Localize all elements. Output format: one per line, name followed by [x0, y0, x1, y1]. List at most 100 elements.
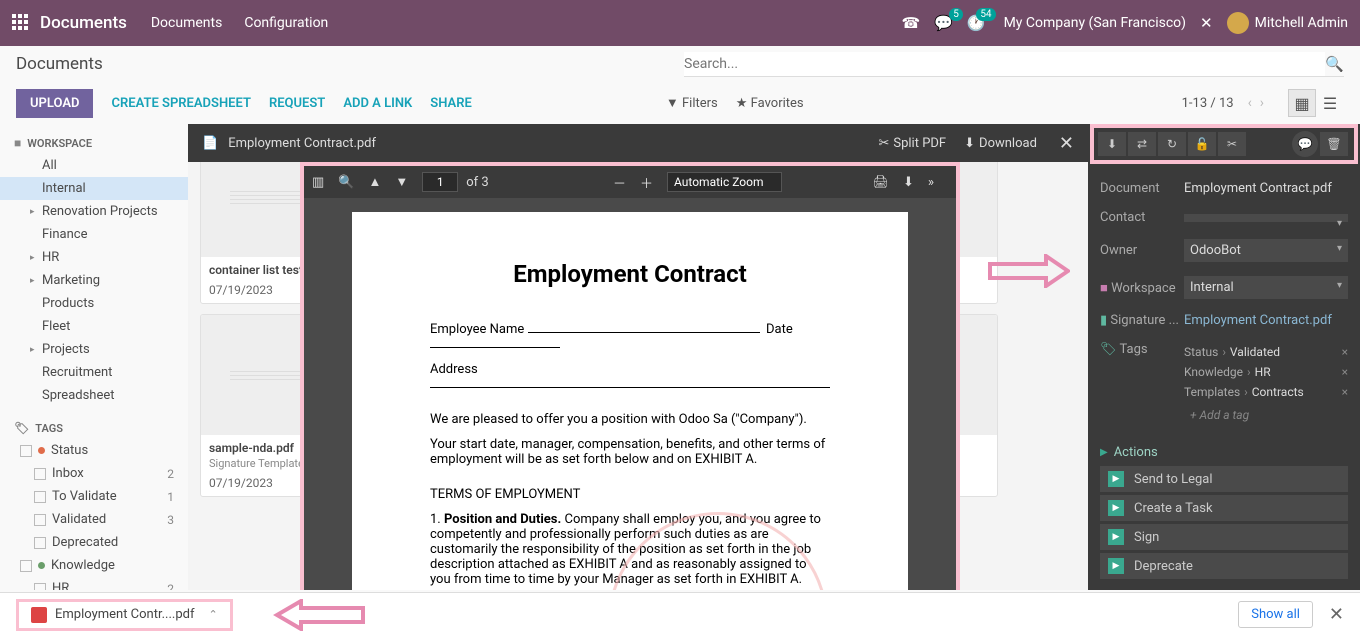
tag-icon: 🏷	[14, 421, 29, 435]
tag-validated[interactable]: Validated3	[0, 508, 188, 531]
tags-header: 🏷TAGS	[0, 417, 188, 439]
sidebar-item-projects[interactable]: ▸Projects	[0, 338, 188, 361]
action-deprecate[interactable]: ▶Deprecate	[1100, 553, 1348, 579]
signature-link[interactable]: Employment Contract.pdf	[1184, 313, 1348, 328]
settings-icon[interactable]: ✕	[1200, 14, 1213, 32]
download-chip[interactable]: Employment Contr....pdf ⌃	[16, 599, 233, 631]
create-spreadsheet-button[interactable]: CREATE SPREADSHEET	[111, 96, 250, 111]
kanban-view-icon[interactable]: ▦	[1288, 89, 1316, 117]
tag-knowledge[interactable]: Knowledge	[0, 554, 188, 577]
filters-button[interactable]: ▼ Filters	[666, 95, 718, 111]
content: ■WORKSPACE All Internal ▸Renovation Proj…	[0, 124, 1360, 590]
chat-icon[interactable]: 💬	[1292, 131, 1318, 157]
doc-name-field[interactable]: Employment Contract.pdf	[1184, 181, 1348, 196]
action-sign[interactable]: ▶Sign	[1100, 524, 1348, 550]
sidebar-item-renovation[interactable]: ▸Renovation Projects	[0, 200, 188, 223]
preview-overlay: 📄 Employment Contract.pdf ✂ Split PDF ⬇ …	[188, 124, 1088, 590]
sidebar-item-finance[interactable]: Finance	[0, 223, 188, 246]
pdf-title: Employment Contract	[430, 260, 830, 288]
app-brand: Documents	[40, 13, 127, 33]
zoom-in-icon[interactable]: ＋	[640, 173, 653, 192]
share-icon[interactable]: ⇄	[1128, 132, 1156, 156]
remove-tag-icon[interactable]: ×	[1342, 345, 1348, 359]
pager-next-icon[interactable]: ›	[1260, 95, 1264, 111]
page-down-icon[interactable]: ▼	[395, 174, 408, 190]
zoom-select[interactable]: Automatic Zoom	[667, 172, 782, 192]
sidebar-item-spreadsheet[interactable]: Spreadsheet	[0, 384, 188, 407]
zoom-out-icon[interactable]: －	[613, 173, 626, 192]
tag-chip[interactable]: Templates›Contracts×	[1184, 382, 1348, 402]
pager-prev-icon[interactable]: ‹	[1248, 95, 1252, 111]
action-create-task[interactable]: ▶Create a Task	[1100, 495, 1348, 521]
download-button[interactable]: ⬇ Download	[964, 136, 1037, 151]
actions-header: ▶Actions	[1100, 435, 1348, 466]
messages-icon[interactable]: 💬5	[934, 14, 953, 32]
tag-chip[interactable]: Knowledge›HR×	[1184, 362, 1348, 382]
company-selector[interactable]: My Company (San Francisco)	[1004, 15, 1186, 31]
more-tools-icon[interactable]: »	[928, 175, 934, 190]
print-icon[interactable]: 🖨	[872, 175, 889, 190]
sidebar-item-all[interactable]: All	[0, 154, 188, 177]
apps-icon[interactable]	[12, 14, 30, 32]
download-bar: Employment Contr....pdf ⌃ Show all ✕	[0, 592, 1360, 636]
activities-icon[interactable]: 🕐54	[967, 14, 986, 32]
request-button[interactable]: REQUEST	[269, 96, 325, 111]
archive-icon[interactable]: 🗑	[1320, 132, 1348, 156]
user-name[interactable]: Mitchell Admin	[1255, 15, 1348, 31]
add-link-button[interactable]: ADD A LINK	[343, 96, 412, 111]
messages-badge: 5	[949, 8, 963, 21]
tag-deprecated[interactable]: Deprecated	[0, 531, 188, 554]
avatar[interactable]	[1227, 12, 1249, 34]
sidebar-item-marketing[interactable]: ▸Marketing	[0, 269, 188, 292]
main: container list test07/19/2023 Test sampl…	[188, 124, 1088, 590]
sidebar-item-internal[interactable]: Internal	[0, 177, 188, 200]
contact-select[interactable]	[1184, 214, 1348, 222]
pager-text: 1-13 / 13	[1182, 96, 1234, 111]
file-icon: 📄	[202, 136, 218, 151]
pdf-badge-icon	[31, 607, 47, 623]
search-input[interactable]	[684, 52, 1325, 76]
upload-button[interactable]: UPLOAD	[16, 89, 93, 118]
close-downloads-icon[interactable]: ✕	[1329, 604, 1344, 625]
phone-icon[interactable]: ☎	[902, 14, 921, 32]
close-preview-icon[interactable]: ✕	[1059, 133, 1074, 154]
tag-tovalidate[interactable]: To Validate1	[0, 485, 188, 508]
find-icon[interactable]: 🔍	[338, 175, 354, 190]
split-icon[interactable]: ✂	[1218, 132, 1246, 156]
share-button[interactable]: SHARE	[430, 96, 472, 111]
lock-icon[interactable]: 🔓	[1188, 132, 1216, 156]
show-all-button[interactable]: Show all	[1238, 601, 1313, 628]
list-view-icon[interactable]: ☰	[1316, 89, 1344, 117]
page-up-icon[interactable]: ▲	[368, 174, 381, 190]
owner-select[interactable]: OdooBot	[1184, 239, 1348, 262]
download-pdf-icon[interactable]: ⬇	[903, 175, 914, 190]
replace-icon[interactable]: ↻	[1158, 132, 1186, 156]
highlight-arrow-left	[273, 599, 365, 631]
activities-badge: 54	[976, 8, 995, 21]
sidebar-item-recruitment[interactable]: Recruitment	[0, 361, 188, 384]
nav-documents[interactable]: Documents	[151, 15, 222, 31]
remove-tag-icon[interactable]: ×	[1342, 365, 1348, 379]
chevron-up-icon[interactable]: ⌃	[208, 608, 217, 621]
action-send-legal[interactable]: ▶Send to Legal	[1100, 466, 1348, 492]
workspace-select[interactable]: Internal	[1184, 276, 1348, 299]
download-icon[interactable]: ⬇	[1098, 132, 1126, 156]
tag-inbox[interactable]: Inbox2	[0, 462, 188, 485]
sidebar-toggle-icon[interactable]: ▥	[312, 175, 324, 190]
sidebar-item-products[interactable]: Products	[0, 292, 188, 315]
toolbar: UPLOAD CREATE SPREADSHEET REQUEST ADD A …	[0, 82, 1360, 124]
split-pdf-button[interactable]: ✂ Split PDF	[878, 136, 946, 151]
tag-hr[interactable]: HR2	[0, 577, 188, 590]
favorites-button[interactable]: ★ Favorites	[736, 96, 804, 111]
remove-tag-icon[interactable]: ×	[1342, 385, 1348, 399]
search-icon[interactable]: 🔍	[1325, 55, 1344, 73]
tag-chip[interactable]: Status›Validated×	[1184, 342, 1348, 362]
nav-configuration[interactable]: Configuration	[244, 15, 328, 31]
sidebar-item-fleet[interactable]: Fleet	[0, 315, 188, 338]
add-tag-input[interactable]: + Add a tag	[1184, 402, 1348, 428]
tag-status[interactable]: Status	[0, 439, 188, 462]
sidebar-item-hr[interactable]: ▸HR	[0, 246, 188, 269]
page-input[interactable]	[422, 172, 458, 192]
pdf-toolbar: ▥ 🔍 ▲ ▼ of 3 － ＋ Automatic Zoom 🖨 ⬇ »	[304, 166, 956, 198]
workspace-header: ■WORKSPACE	[0, 132, 188, 154]
